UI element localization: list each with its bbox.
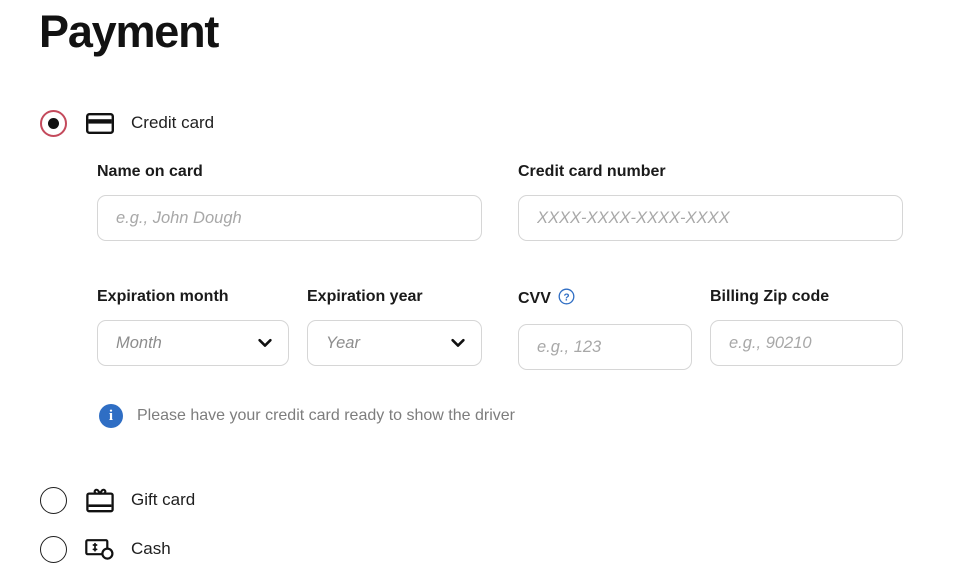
input-cvv-placeholder: e.g., 123 — [537, 337, 602, 356]
select-expiration-month[interactable]: Month — [97, 320, 289, 366]
payment-option-label: Gift card — [131, 490, 196, 509]
input-name-on-card[interactable]: e.g., John Dough — [97, 195, 482, 241]
label-expiration-month: Expiration month — [97, 288, 229, 305]
input-credit-card-number[interactable]: XXXX-XXXX-XXXX-XXXX — [518, 195, 903, 241]
input-name-on-card-placeholder: e.g., John Dough — [116, 208, 242, 227]
field-cvv: CVV ? e.g., 123 — [518, 288, 692, 370]
radio-credit-card[interactable] — [40, 109, 67, 137]
input-billing-zip-code[interactable]: e.g., 90210 — [710, 320, 903, 366]
payment-option-gift-card[interactable]: Gift card — [40, 485, 195, 515]
field-credit-card-number: Credit card number XXXX-XXXX-XXXX-XXXX — [518, 163, 903, 241]
radio-dot — [48, 117, 59, 129]
credit-card-icon — [85, 108, 115, 138]
select-expiration-year-placeholder: Year — [326, 333, 360, 352]
label-cvv: CVV ? — [518, 288, 692, 310]
label-expiration-year: Expiration year — [307, 288, 423, 305]
cash-icon — [85, 534, 115, 564]
field-billing-zip-code: Billing Zip code e.g., 90210 — [710, 288, 903, 366]
page-title: Payment — [39, 6, 219, 57]
input-billing-zip-code-placeholder: e.g., 90210 — [729, 333, 812, 352]
gift-card-icon — [85, 485, 115, 515]
payment-option-label: Credit card — [131, 113, 215, 132]
credit-card-notice: i Please have your credit card ready to … — [99, 404, 515, 428]
label-credit-card-number: Credit card number — [518, 163, 666, 180]
label-billing-zip-code: Billing Zip code — [710, 288, 830, 305]
payment-option-cash[interactable]: Cash — [40, 534, 171, 564]
credit-card-notice-text: Please have your credit card ready to sh… — [137, 407, 515, 424]
field-expiration-year: Expiration year Year — [307, 288, 482, 366]
chevron-down-icon — [256, 334, 274, 352]
info-icon: i — [99, 404, 123, 428]
field-name-on-card: Name on card e.g., John Dough — [97, 163, 482, 241]
label-name-on-card: Name on card — [97, 163, 203, 180]
svg-text:?: ? — [563, 292, 569, 303]
select-expiration-month-placeholder: Month — [116, 333, 162, 352]
radio-cash[interactable] — [40, 535, 67, 563]
input-credit-card-number-placeholder: XXXX-XXXX-XXXX-XXXX — [537, 208, 730, 227]
field-expiration-month: Expiration month Month — [97, 288, 289, 366]
radio-gift-card[interactable] — [40, 486, 67, 514]
input-cvv[interactable]: e.g., 123 — [518, 324, 692, 370]
payment-option-credit-card[interactable]: Credit card — [40, 108, 214, 138]
question-mark-circle-icon[interactable]: ? — [558, 288, 575, 310]
label-cvv-text: CVV — [518, 290, 551, 307]
payment-option-label: Cash — [131, 539, 171, 558]
select-expiration-year[interactable]: Year — [307, 320, 482, 366]
chevron-down-icon — [449, 334, 467, 352]
